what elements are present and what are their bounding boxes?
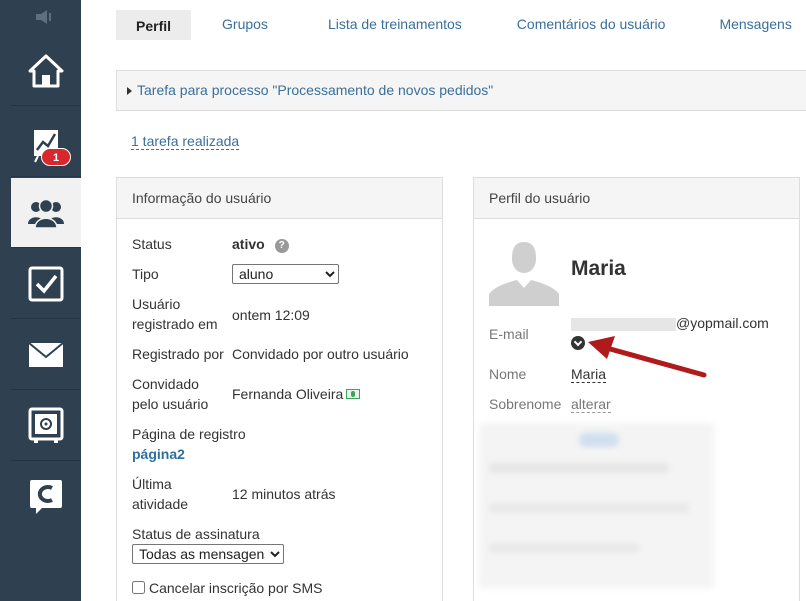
user-profile-panel: Perfil do usuário Maria E-mail @yopmail.… — [473, 177, 800, 601]
process-task-bar[interactable]: Tarefa para processo "Processamento de n… — [116, 70, 806, 111]
users-icon — [28, 198, 64, 228]
registered-label: Usuário registrado em — [132, 296, 218, 332]
subscription-select[interactable]: Todas as mensagens — [132, 544, 284, 564]
registered-by-value: Convidado por outro usuário — [232, 346, 409, 362]
last-name-label: Sobrenome — [489, 396, 562, 412]
sidebar-item-dashboard[interactable]: 1 — [11, 107, 81, 177]
last-name-edit-link[interactable]: alterar — [571, 396, 611, 413]
avatar — [489, 236, 559, 306]
sidebar-item-messages[interactable] — [11, 320, 81, 390]
last-activity-label: Última atividade — [132, 476, 189, 512]
invited-by-label: Convidado pelo usuário — [132, 376, 209, 412]
help-icon[interactable]: ? — [274, 239, 289, 253]
first-name-label: Nome — [489, 366, 527, 382]
user-profile-title: Perfil do usuário — [474, 178, 799, 219]
sidebar-item-users[interactable] — [11, 178, 81, 248]
tab-lista-treinamentos[interactable]: Lista de treinamentos — [308, 10, 482, 40]
safe-icon — [28, 407, 64, 443]
process-task-link[interactable]: Tarefa para processo "Processamento de n… — [137, 82, 493, 98]
sms-option: Cancelar inscrição por SMS — [132, 578, 323, 598]
status-value: ativo — [232, 236, 265, 252]
sidebar: 1 — [0, 0, 81, 601]
profile-tabs: Perfil Grupos Lista de treinamentos Come… — [116, 10, 806, 40]
reg-page-label: Página de registro — [132, 426, 246, 442]
last-activity-link[interactable]: 12 minutos atrás — [232, 484, 336, 504]
sms-checkbox[interactable] — [132, 581, 145, 594]
sidebar-item-home[interactable] — [11, 36, 81, 106]
tasks-done-link[interactable]: 1 tarefa realizada — [131, 133, 240, 150]
type-select-wrap: aluno — [232, 264, 339, 284]
invited-by-value: Fernanda Oliveira — [232, 386, 344, 402]
user-info-panel: Informação do usuário Status ativo? Tipo… — [116, 177, 443, 601]
notification-badge: 1 — [41, 148, 71, 166]
checkbox-icon — [28, 266, 64, 301]
tab-mensagens[interactable]: Mensagens — [699, 10, 806, 40]
blurred-content — [479, 423, 714, 588]
sidebar-item-tasks[interactable] — [11, 249, 81, 319]
sidebar-item-chat[interactable] — [11, 462, 81, 532]
email-domain: @yopmail.com — [676, 315, 769, 331]
invited-by-group: Fernanda Oliveira — [232, 384, 361, 404]
annotation-arrow — [588, 336, 707, 378]
last-name-action-wrap: alterar — [571, 394, 611, 414]
tab-perfil[interactable]: Perfil — [116, 10, 192, 40]
email-redacted — [571, 318, 676, 331]
profile-name: Maria — [571, 257, 626, 280]
type-label: Tipo — [132, 266, 159, 282]
user-info-title: Informação do usuário — [117, 178, 442, 219]
registered-by-label: Registrado por — [132, 346, 224, 362]
money-icon — [346, 389, 361, 399]
status-value-group: ativo? — [232, 234, 289, 254]
chat-c-icon — [30, 480, 62, 514]
subscription-label: Status de assinatura — [132, 526, 260, 542]
email-dropdown-icon[interactable] — [571, 336, 585, 350]
status-label: Status — [132, 236, 172, 252]
home-icon — [28, 54, 64, 87]
subscription-select-wrap: Todas as mensagens — [132, 544, 284, 564]
volume-icon[interactable] — [34, 9, 56, 25]
envelope-icon — [28, 341, 64, 367]
tab-comentarios[interactable]: Comentários do usuário — [497, 10, 686, 40]
sidebar-top — [0, 0, 81, 34]
email-label: E-mail — [489, 326, 529, 342]
reg-page-link[interactable]: página2 — [132, 444, 185, 464]
tab-grupos[interactable]: Grupos — [202, 10, 288, 40]
type-select[interactable]: aluno — [232, 264, 339, 284]
registered-value: ontem 12:09 — [232, 307, 310, 323]
expand-triangle-icon — [127, 87, 132, 95]
sms-label: Cancelar inscrição por SMS — [149, 580, 323, 596]
sidebar-item-safe[interactable] — [11, 391, 81, 461]
